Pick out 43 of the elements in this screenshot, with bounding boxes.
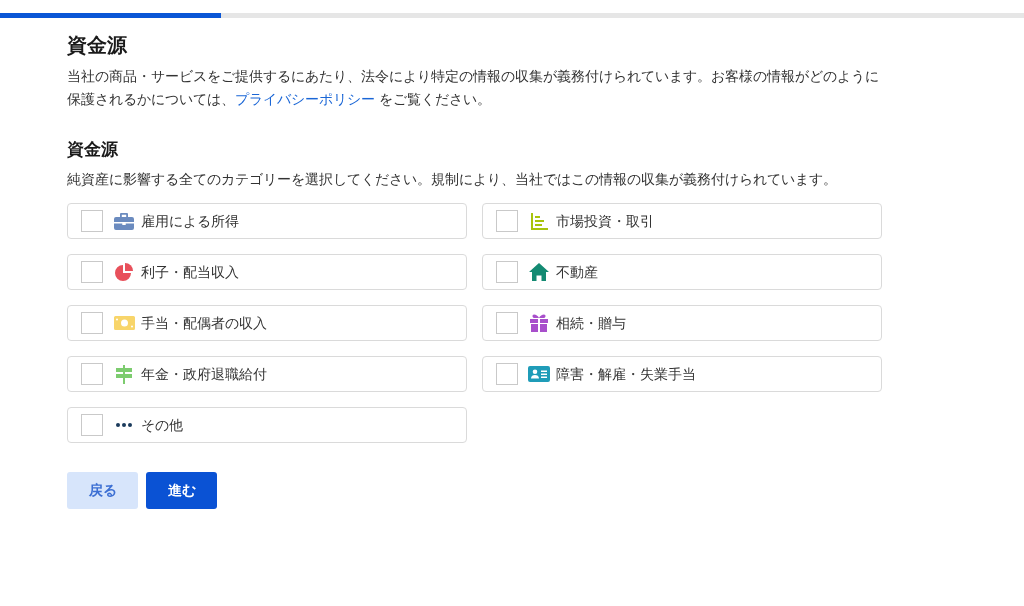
checkbox[interactable] (81, 210, 103, 232)
checkbox[interactable] (81, 363, 103, 385)
checkbox[interactable] (496, 312, 518, 334)
checkbox[interactable] (81, 261, 103, 283)
option-label: 年金・政府退職給付 (141, 365, 267, 384)
option-label: 利子・配当収入 (141, 263, 239, 282)
checkbox[interactable] (81, 312, 103, 334)
section-title: 資金源 (67, 138, 119, 161)
bar-chart-icon (530, 212, 548, 230)
briefcase-icon (114, 212, 134, 230)
privacy-policy-link[interactable]: プライバシーポリシー (235, 91, 375, 107)
option-label: 雇用による所得 (141, 212, 239, 231)
option-label: 手当・配偶者の収入 (141, 314, 267, 333)
option-label: 不動産 (556, 263, 598, 282)
option-label: 障害・解雇・失業手当 (556, 365, 696, 384)
option-label: 市場投資・取引 (556, 212, 654, 231)
option-label: その他 (141, 416, 183, 435)
checkbox[interactable] (496, 210, 518, 232)
intro-text: 当社の商品・サービスをご提供するにあたり、法令により特定の情報の収集が義務付けられています。お客様の情報がどのように保護されるかについては、プライバシーポリシー をご覧ください。 (67, 67, 880, 109)
option-card[interactable]: 雇用による所得 (67, 203, 467, 239)
option-card[interactable]: その他 (67, 407, 467, 443)
checkbox[interactable] (496, 261, 518, 283)
option-label: 相続・贈与 (556, 314, 626, 333)
gift-icon (530, 314, 548, 332)
section-description: 純資産に影響する全てのカテゴリーを選択してください。規制により、当社ではこの情報の収集が義務付けられています。 (67, 170, 838, 189)
banknote-icon (113, 316, 135, 330)
option-card[interactable]: 年金・政府退職給付 (67, 356, 467, 392)
signpost-icon (115, 364, 133, 384)
option-card[interactable]: 不動産 (482, 254, 882, 290)
page-title: 資金源 (67, 32, 128, 59)
checkbox[interactable] (496, 363, 518, 385)
checkbox[interactable] (81, 414, 103, 436)
option-card[interactable]: 障害・解雇・失業手当 (482, 356, 882, 392)
more-icon (116, 423, 132, 427)
option-card[interactable]: 相続・贈与 (482, 305, 882, 341)
pie-chart-icon (114, 263, 134, 281)
option-card[interactable]: 市場投資・取引 (482, 203, 882, 239)
back-button[interactable]: 戻る (67, 472, 138, 509)
id-card-icon (528, 366, 550, 382)
option-card[interactable]: 利子・配当収入 (67, 254, 467, 290)
option-card[interactable]: 手当・配偶者の収入 (67, 305, 467, 341)
next-button[interactable]: 進む (146, 472, 217, 509)
house-icon (529, 263, 549, 281)
